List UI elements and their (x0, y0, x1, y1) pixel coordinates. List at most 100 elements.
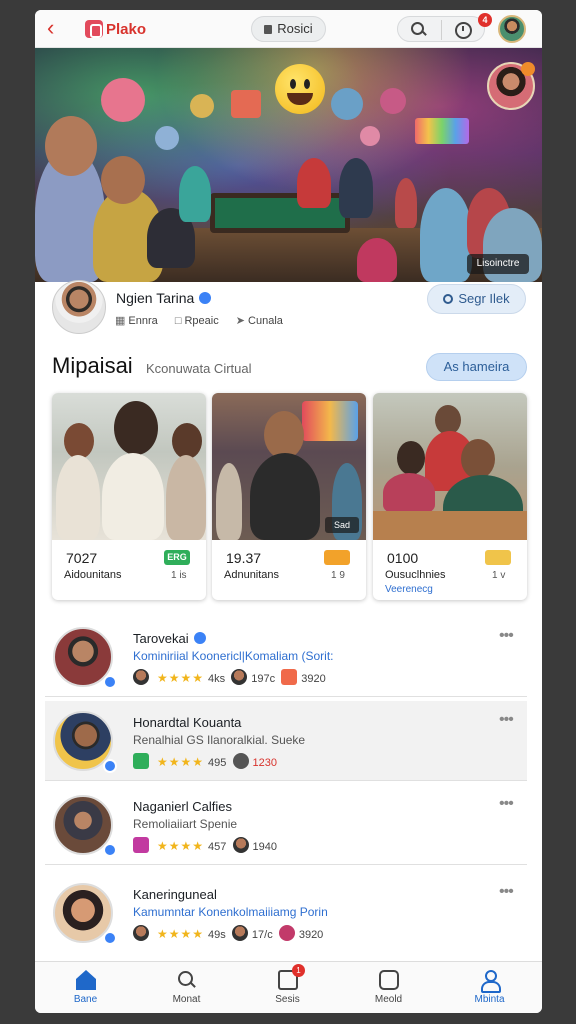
nav-media[interactable]: Meold (338, 962, 439, 1013)
list-item[interactable]: Naganierl Calfies Remoliaiiart Spenie ★★… (45, 785, 527, 865)
nav-home[interactable]: Bane (35, 962, 136, 1013)
clock-icon[interactable] (454, 21, 472, 39)
list-rating: 457 (208, 841, 227, 853)
list-title: Kaneringuneal (133, 887, 217, 902)
hero-person (339, 158, 373, 218)
list-item[interactable]: Tarovekai Kominiriial Koonericl|Komaliam… (45, 617, 527, 697)
room-card[interactable]: 0100 Ousuclhnies Veerenecg 1 v (373, 393, 527, 600)
profile-meta: ▦ Ennra □ Rpeaic ➤ Cunala (115, 314, 297, 327)
home-icon (76, 970, 96, 990)
card-label: Ousuclhnies (385, 569, 446, 581)
list-meta2: 197c (251, 673, 276, 685)
verified-check-icon (103, 843, 117, 857)
card-number: 7027 (66, 550, 98, 566)
floating-icon-bubble (415, 118, 469, 144)
verified-badge-icon (193, 632, 206, 644)
section-subtitle: Kconuwata Cirtual (146, 361, 252, 376)
photo-person (383, 473, 435, 513)
photo-person (216, 463, 242, 540)
game-icon (133, 837, 149, 853)
list-meta3: 3920 (301, 673, 326, 685)
list-avatar (53, 711, 117, 773)
back-arrow-icon[interactable]: ‹ (47, 17, 69, 40)
more-options-icon[interactable]: ••• (499, 883, 514, 901)
mini-avatar (231, 925, 248, 941)
profile-avatar[interactable] (52, 280, 106, 334)
photo-person (250, 453, 320, 540)
group-icon (485, 550, 511, 565)
hero-badge: Lisoinctre (467, 254, 529, 274)
list-icon (133, 753, 149, 769)
list-meta3: 1940 (252, 841, 277, 853)
profile-meta-item: □ Rpeaic (174, 315, 219, 327)
card-photo-badge: Sad (325, 517, 359, 533)
lock-icon (264, 25, 273, 34)
more-options-icon[interactable]: ••• (499, 711, 514, 729)
floating-icon-bubble (101, 78, 145, 122)
list-meta: ★★★★ 495 1230 (133, 753, 277, 769)
list-subtitle: Kominiriial Koonericl|Komaliam (Sorit: (133, 649, 334, 663)
list-title: Tarovekai (133, 631, 206, 646)
hero-person (297, 158, 331, 208)
nav-label: Mbinta (474, 994, 505, 1005)
list-meta: ★★★★ 49s 17/c 3920 (133, 925, 323, 941)
heart-icon (278, 925, 295, 941)
card-photo: Sad (212, 393, 366, 540)
floating-icon-bubble (231, 90, 261, 118)
photo-person (461, 439, 495, 479)
search-icon[interactable] (410, 21, 428, 39)
more-options-icon[interactable]: ••• (499, 795, 514, 813)
card-sublabel: Veerenecg (385, 584, 433, 595)
card-number: 19.37 (226, 550, 262, 566)
hero-person-head (45, 116, 97, 176)
floating-icon-bubble (190, 94, 214, 118)
photo-person (166, 455, 206, 540)
section-action-button[interactable]: As hameira (426, 353, 527, 381)
arcade-screen (302, 401, 358, 441)
profile-name: Ngien Tarina (116, 290, 212, 306)
star-rating-icon: ★★★★ (157, 755, 205, 769)
list-subtitle: Kamumntar Konenkolmaiiiamg Porin (133, 905, 328, 919)
nav-label: Meold (374, 994, 403, 1005)
list-meta3: 3920 (298, 929, 324, 941)
list-subtitle: Remoliaiiart Spenie (133, 817, 238, 831)
list-item[interactable]: Kaneringuneal Kamumntar Konenkolmaiiiamg… (45, 873, 527, 953)
chat-icon: □ (174, 315, 182, 327)
nav-label: Sesis (275, 994, 300, 1005)
room-card[interactable]: 7027 Aidounitans ERG 1 is (52, 393, 206, 600)
hero-person (395, 178, 417, 228)
star-rating-icon: ★★★★ (157, 839, 205, 853)
rooms-pill-button[interactable]: Rosici (251, 16, 326, 42)
nav-label: Monat (172, 994, 201, 1005)
nav-search[interactable]: Monat (136, 962, 237, 1013)
hero-live-avatar[interactable] (487, 62, 535, 110)
user-avatar[interactable] (498, 15, 526, 43)
search-profile-button[interactable]: Segr Ilek (427, 284, 526, 314)
room-card[interactable]: Sad 19.37 Adnunitans 1 9 (212, 393, 366, 600)
profile-icon (480, 970, 501, 993)
card-label: Aidounitans (64, 569, 122, 581)
more-options-icon[interactable]: ••• (499, 627, 514, 645)
location-icon: ➤ (235, 315, 246, 327)
verified-check-icon (103, 675, 117, 689)
card-count: 1 9 (331, 570, 345, 581)
list-item[interactable]: Honardtal Kouanta Renalhial GS Ilanoralk… (45, 701, 527, 781)
star-rating-icon: ★★★★ (157, 927, 205, 941)
floating-icon-bubble (331, 88, 363, 120)
list-meta: ★★★★ 457 1940 (133, 837, 277, 853)
card-count: 1 v (492, 570, 506, 581)
list-avatar (53, 627, 117, 689)
list-rating: 4ks (208, 673, 226, 685)
toolbar-divider (441, 20, 442, 40)
search-profile-label: Segr Ilek (458, 291, 510, 306)
nav-profile[interactable]: Mbinta (439, 962, 540, 1013)
mini-avatar (133, 669, 149, 685)
nav-sessions[interactable]: 1 Sesis (237, 962, 338, 1013)
search-icon (443, 294, 454, 304)
tag-icon (281, 669, 298, 685)
mini-avatar (232, 753, 249, 769)
floating-icon-bubble (360, 126, 380, 146)
card-tag: ERG (164, 550, 190, 565)
hero-person-head (101, 156, 145, 204)
verified-check-icon (103, 759, 117, 773)
